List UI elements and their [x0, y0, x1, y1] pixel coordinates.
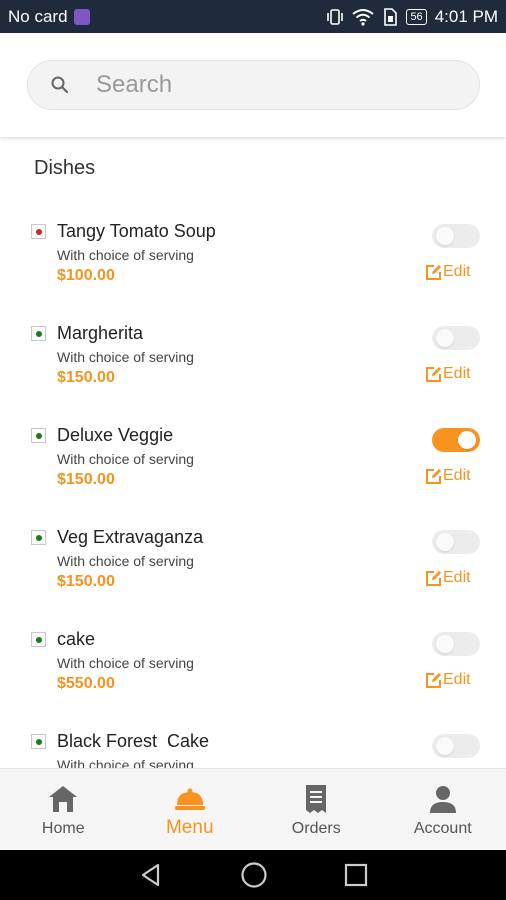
veg-indicator-icon	[31, 632, 46, 647]
edit-icon	[426, 367, 441, 382]
toggle-knob	[436, 227, 454, 245]
edit-icon	[426, 469, 441, 484]
dish-description: With choice of serving	[57, 247, 194, 263]
sim-icon	[384, 7, 398, 26]
recents-icon[interactable]	[343, 862, 369, 888]
edit-button[interactable]: Edit	[425, 263, 471, 281]
edit-button[interactable]: Edit	[425, 569, 471, 587]
clock: 4:01 PM	[434, 6, 498, 26]
carrier-text: No card	[8, 6, 68, 26]
vibrate-icon	[327, 8, 344, 25]
dish-price: $550.00	[57, 675, 115, 692]
nav-home[interactable]: Home	[0, 769, 127, 851]
notification-app-icon	[73, 8, 90, 25]
nav-orders-label: Orders	[291, 820, 341, 837]
availability-toggle[interactable]	[432, 428, 480, 452]
dish-row[interactable]: Deluxe Veggie With choice of serving $150.…	[0, 424, 506, 526]
dish-description: With choice of serving	[57, 655, 194, 671]
dish-row[interactable]: Tangy Tomato Soup With choice of serving $…	[0, 220, 506, 322]
edit-button[interactable]: Edit	[425, 365, 471, 383]
availability-toggle[interactable]	[432, 734, 480, 758]
dish-row[interactable]: Veg Extravaganza With choice of serving $1…	[0, 526, 506, 628]
dish-description: With choice of serving	[57, 451, 194, 467]
nav-account-label: Account	[413, 820, 472, 837]
edit-label: Edit	[443, 671, 471, 688]
person-icon	[429, 786, 456, 813]
nav-menu-label: Menu	[165, 817, 214, 838]
dish-description: With choice of serving	[57, 349, 194, 365]
edit-icon	[426, 673, 441, 688]
dish-description: With choice of serving	[57, 757, 194, 768]
edit-button[interactable]: Edit	[425, 671, 471, 689]
nonveg-indicator-icon	[31, 224, 46, 239]
edit-label: Edit	[443, 263, 471, 280]
dish-price: $150.00	[57, 369, 115, 386]
edit-icon	[426, 571, 441, 586]
bottom-nav: Home Menu Orders Account	[0, 768, 506, 850]
indicator-dot	[35, 636, 42, 643]
search-bar[interactable]	[27, 60, 480, 110]
indicator-dot	[35, 432, 42, 439]
veg-indicator-icon	[31, 326, 46, 341]
dish-name: Tangy Tomato Soup	[57, 221, 216, 241]
dish-price: $150.00	[57, 573, 115, 590]
edit-icon	[426, 265, 441, 280]
indicator-dot	[35, 228, 42, 235]
edit-button[interactable]: Edit	[425, 467, 471, 485]
toggle-knob	[436, 533, 454, 551]
nav-home-label: Home	[41, 820, 85, 837]
edit-label: Edit	[443, 467, 471, 484]
home-circle-icon[interactable]	[239, 860, 269, 890]
nav-menu[interactable]: Menu	[127, 769, 254, 851]
dish-name: cake	[57, 629, 96, 649]
wifi-icon	[352, 8, 375, 26]
veg-indicator-icon	[31, 530, 46, 545]
cloche-icon	[174, 788, 205, 810]
dish-price: $100.00	[57, 267, 115, 284]
availability-toggle[interactable]	[432, 224, 480, 248]
dish-row[interactable]: Margherita With choice of serving $150.00 E…	[0, 322, 506, 424]
edit-label: Edit	[443, 365, 471, 382]
back-icon[interactable]	[137, 861, 165, 889]
dish-price: $150.00	[57, 471, 115, 488]
availability-toggle[interactable]	[432, 530, 480, 554]
toggle-knob	[436, 737, 454, 755]
nav-orders[interactable]: Orders	[253, 769, 380, 851]
dish-row[interactable]: cake With choice of serving $550.00 Edit	[0, 628, 506, 730]
dish-name: Veg Extravaganza	[57, 527, 204, 547]
availability-toggle[interactable]	[432, 326, 480, 350]
indicator-dot	[35, 534, 42, 541]
home-icon	[49, 786, 78, 812]
system-nav-bar	[0, 850, 506, 900]
receipt-icon	[306, 785, 327, 813]
dish-name: Deluxe Veggie	[57, 425, 174, 445]
indicator-dot	[35, 738, 42, 745]
toggle-knob	[436, 329, 454, 347]
dish-name: Margherita	[57, 323, 144, 343]
dish-description: With choice of serving	[57, 553, 194, 569]
search-header	[0, 33, 506, 137]
edit-label: Edit	[443, 569, 471, 586]
dish-list-area[interactable]: Dishes Tangy Tomato Soup With choice of s…	[0, 137, 506, 768]
dish-name: Black Forest Cake	[57, 731, 210, 751]
nav-account[interactable]: Account	[380, 769, 506, 851]
toggle-knob	[436, 635, 454, 653]
status-bar: No card 56 4:01 PM	[0, 0, 506, 33]
battery-icon: 56	[406, 8, 427, 25]
section-title: Dishes	[34, 157, 96, 179]
veg-indicator-icon	[31, 734, 46, 749]
indicator-dot	[35, 330, 42, 337]
search-icon	[51, 76, 69, 94]
dish-row[interactable]: Black Forest Cake With choice of serving	[0, 730, 506, 768]
toggle-knob	[458, 431, 476, 449]
availability-toggle[interactable]	[432, 632, 480, 656]
search-input[interactable]	[96, 71, 426, 99]
veg-indicator-icon	[31, 428, 46, 443]
